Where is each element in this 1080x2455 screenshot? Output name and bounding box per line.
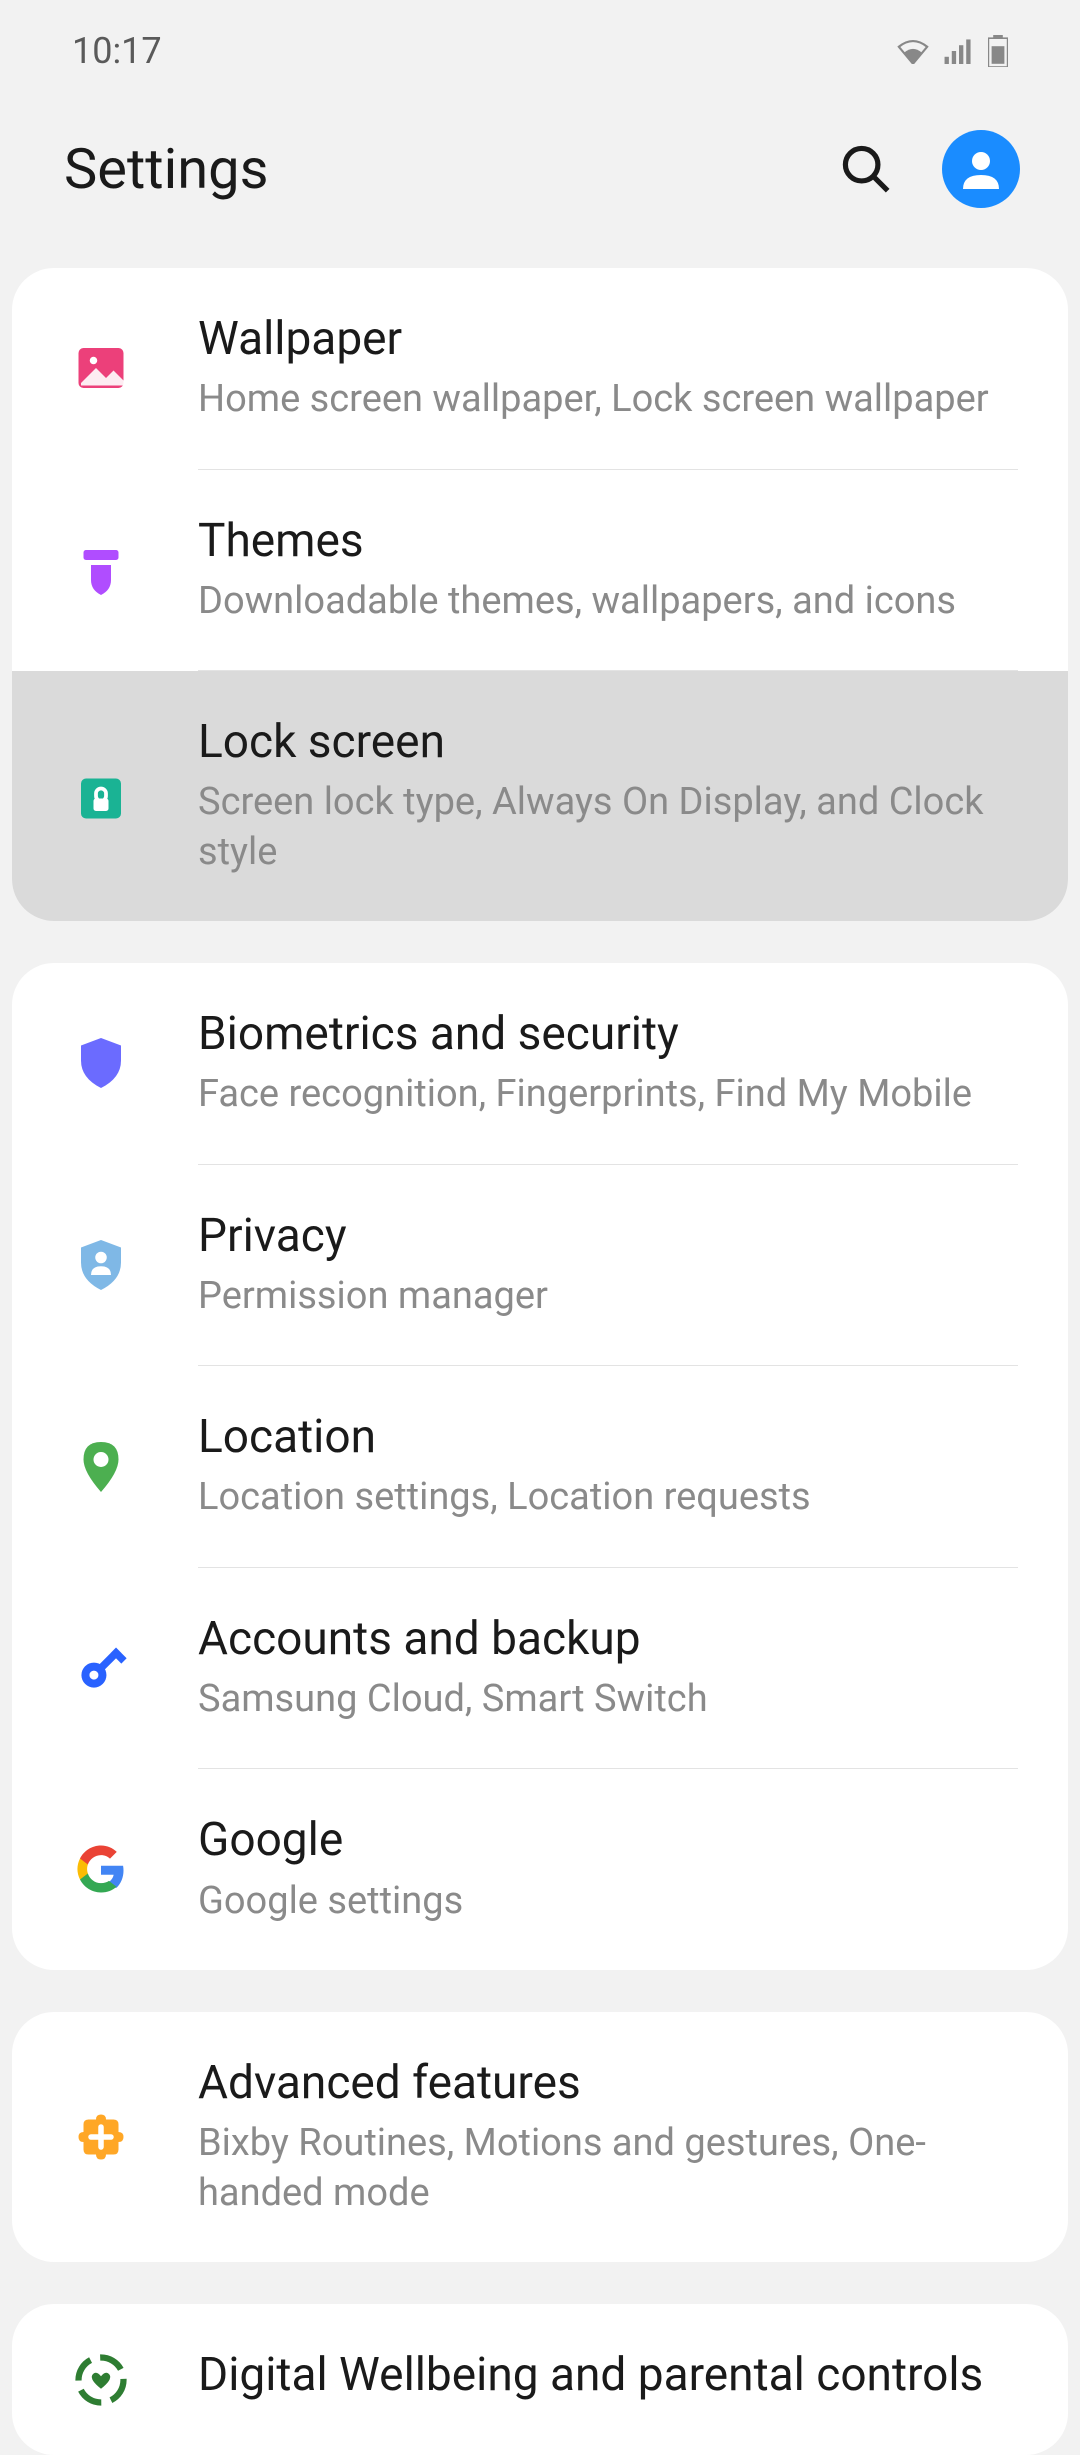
item-text: Google Google settings [198, 1813, 1008, 1926]
shield-person-icon [70, 1234, 132, 1296]
shield-icon [70, 1032, 132, 1094]
item-title: Themes [198, 514, 1008, 569]
settings-item-location[interactable]: Location Location settings, Location requ… [12, 1366, 1068, 1567]
brush-icon [70, 539, 132, 601]
item-subtitle: Downloadable themes, wallpapers, and ico… [198, 577, 1008, 626]
settings-item-themes[interactable]: Themes Downloadable themes, wallpapers, a… [12, 470, 1068, 671]
page-title: Settings [64, 136, 268, 202]
status-icons [896, 35, 1008, 67]
item-subtitle: Permission manager [198, 1272, 1008, 1321]
settings-group: Advanced features Bixby Routines, Motions… [12, 2012, 1068, 2262]
item-title: Privacy [198, 1209, 1008, 1264]
item-text: Lock screen Screen lock type, Always On D… [198, 715, 1008, 877]
settings-group: Wallpaper Home screen wallpaper, Lock scr… [12, 268, 1068, 921]
header: Settings [0, 90, 1080, 268]
item-text: Themes Downloadable themes, wallpapers, a… [198, 514, 1008, 627]
signal-icon [944, 38, 974, 64]
google-icon [70, 1839, 132, 1901]
settings-item-privacy[interactable]: Privacy Permission manager [12, 1165, 1068, 1366]
item-title: Digital Wellbeing and parental controls [198, 2348, 1008, 2403]
item-subtitle: Bixby Routines, Motions and gestures, On… [198, 2119, 1008, 2218]
item-text: Digital Wellbeing and parental controls [198, 2348, 1008, 2411]
key-icon [70, 1637, 132, 1699]
item-text: Privacy Permission manager [198, 1209, 1008, 1322]
item-subtitle: Google settings [198, 1877, 1008, 1926]
item-title: Advanced features [198, 2056, 1008, 2111]
item-subtitle: Screen lock type, Always On Display, and… [198, 778, 1008, 877]
item-title: Wallpaper [198, 312, 1008, 367]
item-subtitle: Home screen wallpaper, Lock screen wallp… [198, 375, 1008, 424]
item-subtitle: Samsung Cloud, Smart Switch [198, 1675, 1008, 1724]
item-text: Wallpaper Home screen wallpaper, Lock scr… [198, 312, 1008, 425]
item-title: Location [198, 1410, 1008, 1465]
settings-item-digital-wellbeing-and-parental-controls[interactable]: Digital Wellbeing and parental controls [12, 2304, 1068, 2455]
search-icon[interactable] [840, 143, 892, 195]
settings-item-lock-screen[interactable]: Lock screen Screen lock type, Always On D… [12, 671, 1068, 921]
settings-item-biometrics-and-security[interactable]: Biometrics and security Face recognition,… [12, 963, 1068, 1164]
wifi-icon [896, 38, 930, 64]
pin-icon [70, 1436, 132, 1498]
item-text: Accounts and backup Samsung Cloud, Smart … [198, 1612, 1008, 1725]
item-title: Google [198, 1813, 1008, 1868]
person-icon [957, 145, 1005, 193]
item-subtitle: Face recognition, Fingerprints, Find My … [198, 1070, 1008, 1119]
settings-item-wallpaper[interactable]: Wallpaper Home screen wallpaper, Lock scr… [12, 268, 1068, 469]
item-title: Accounts and backup [198, 1612, 1008, 1667]
settings-group: Digital Wellbeing and parental controls [12, 2304, 1068, 2455]
plus-puzzle-icon [70, 2106, 132, 2168]
profile-button[interactable] [942, 130, 1020, 208]
settings-group: Biometrics and security Face recognition,… [12, 963, 1068, 1970]
lock-icon [70, 765, 132, 827]
item-title: Lock screen [198, 715, 1008, 770]
item-title: Biometrics and security [198, 1007, 1008, 1062]
settings-item-accounts-and-backup[interactable]: Accounts and backup Samsung Cloud, Smart … [12, 1568, 1068, 1769]
battery-icon [988, 35, 1008, 67]
status-bar: 10:17 [0, 0, 1080, 90]
item-text: Location Location settings, Location requ… [198, 1410, 1008, 1523]
settings-item-google[interactable]: Google Google settings [12, 1769, 1068, 1970]
item-text: Advanced features Bixby Routines, Motions… [198, 2056, 1008, 2218]
wellbeing-icon [70, 2349, 132, 2411]
item-text: Biometrics and security Face recognition,… [198, 1007, 1008, 1120]
status-time: 10:17 [72, 30, 162, 72]
settings-item-advanced-features[interactable]: Advanced features Bixby Routines, Motions… [12, 2012, 1068, 2262]
image-icon [70, 337, 132, 399]
item-subtitle: Location settings, Location requests [198, 1473, 1008, 1522]
